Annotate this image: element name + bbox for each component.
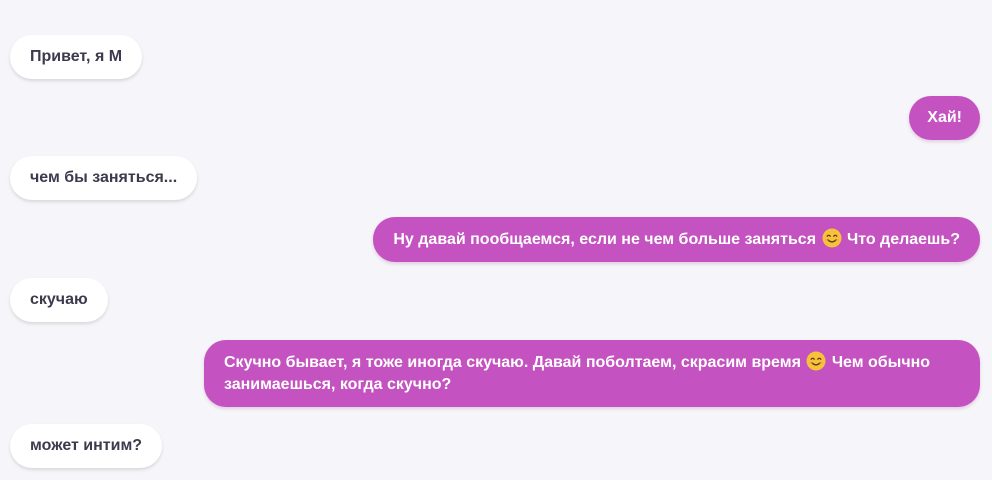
outgoing-message: Скучно бывает, я тоже иногда скучаю. Дав… (204, 340, 980, 407)
incoming-message: Привет, я М (10, 35, 143, 79)
message-text: Привет, я М (30, 48, 123, 65)
message-text-part: Скучно бывает, я тоже иногда скучаю. Дав… (224, 354, 801, 371)
message-text: чем бы заняться... (30, 169, 178, 186)
outgoing-message: Хай! (909, 96, 980, 140)
incoming-message: может интим? (10, 424, 163, 468)
message-text: скучаю (30, 291, 88, 308)
chat-thread: Привет, я М Хай! чем бы заняться... Ну д… (0, 0, 992, 480)
message-text-part: Ну давай пообщаемся, если не чем больше … (393, 231, 817, 248)
smiling-face-emoji-icon (806, 351, 826, 371)
message-text: может интим? (30, 437, 143, 454)
smiling-face-emoji-icon (822, 228, 841, 248)
incoming-message: чем бы заняться... (10, 156, 198, 200)
incoming-message: скучаю (10, 278, 108, 322)
outgoing-message: Ну давай пообщаемся, если не чем больше … (373, 217, 980, 262)
message-text-part: Что делаешь? (846, 231, 960, 248)
message-text: Хай! (927, 109, 962, 126)
